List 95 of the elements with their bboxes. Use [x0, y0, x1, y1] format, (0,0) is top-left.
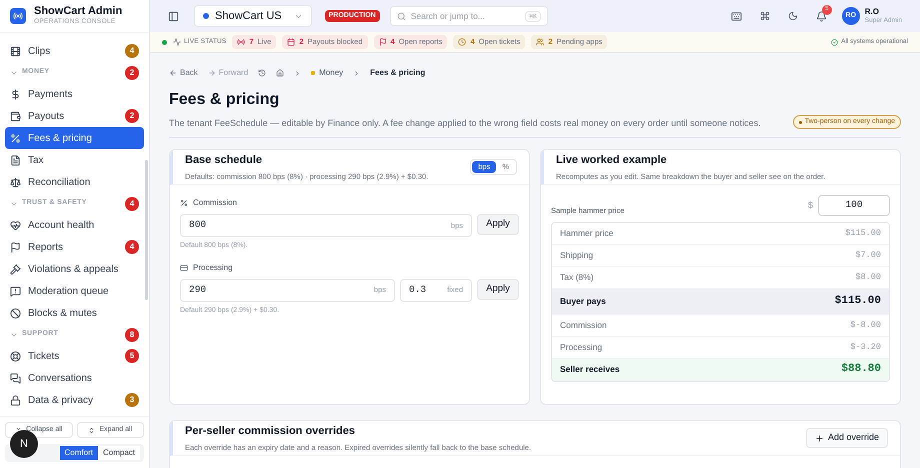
plus-icon	[814, 434, 824, 442]
card-title: Base schedule	[185, 153, 264, 168]
sidebar-item[interactable]: Violations & appeals	[5, 258, 144, 280]
nav-icon	[10, 220, 21, 230]
field-label: Commission	[180, 197, 519, 209]
user-name: R.O	[864, 8, 880, 16]
count-badge: 4	[125, 44, 139, 58]
sidebar-item[interactable]: Moderation queue	[5, 280, 144, 302]
check-circle-icon	[831, 38, 838, 46]
density-option[interactable]: Comfort	[60, 446, 98, 460]
sidebar-item[interactable]: Fees & pricing	[5, 127, 144, 149]
status-icon	[378, 38, 387, 46]
breakdown-amount: $8.00	[855, 271, 881, 284]
breakdown-label: Shipping	[560, 249, 594, 262]
chevron-icon	[353, 70, 360, 76]
sidebar-item[interactable]: Payouts 2	[5, 105, 144, 127]
sidebar-item[interactable]: Clips 4	[5, 40, 144, 62]
nav-icon	[10, 286, 21, 296]
arrow-right-icon	[208, 69, 216, 77]
currency-symbol: $	[808, 198, 813, 212]
count-badge: 4	[125, 196, 139, 210]
nav-icon	[10, 132, 21, 144]
sidebar-item[interactable]: Reconciliation	[5, 171, 144, 193]
breakdown-amount: $-3.20	[850, 341, 881, 354]
nav-icon	[10, 88, 21, 100]
expand-icon	[88, 426, 96, 434]
arrow-left-icon	[169, 69, 177, 77]
add-override-button[interactable]: Add override	[806, 428, 888, 448]
status-icon	[237, 38, 246, 46]
breakdown-amount: $115.00	[845, 227, 881, 240]
count-badge: 2	[125, 109, 139, 123]
breakdown-amount: $88.80	[841, 362, 881, 378]
sidebar-item[interactable]: Data & privacy 3	[5, 389, 144, 411]
count-badge: 4	[125, 240, 139, 254]
page-title: Fees & pricing	[169, 90, 280, 110]
search-icon	[396, 12, 406, 20]
command-icon[interactable]	[760, 11, 770, 21]
back-link[interactable]: Back	[169, 67, 198, 79]
page-description: The tenant FeeSchedule — editable by Finance only. A fee change applied to the wrong field costs real money on every order until someone notices.	[169, 117, 762, 129]
breakdown-label: Hammer price	[560, 227, 614, 240]
count-badge: 8	[125, 328, 139, 342]
nav-icon	[10, 308, 21, 318]
breakdown-label: Tax (8%)	[560, 271, 594, 284]
nav-icon	[10, 110, 21, 122]
nav-icon	[10, 46, 21, 56]
card-icon	[180, 264, 188, 272]
logo-icon	[10, 8, 26, 24]
sidebar-item[interactable]: Tax	[5, 149, 144, 171]
app-title: ShowCart Admin	[34, 6, 122, 18]
nav-icon	[10, 154, 21, 166]
breakdown-label: Processing	[560, 341, 602, 354]
pulse-icon	[173, 38, 181, 46]
sidebar-toggle-icon[interactable]	[168, 10, 179, 22]
density-option[interactable]: Compact	[98, 446, 140, 460]
count-badge: 5	[125, 349, 139, 363]
status-icon	[287, 38, 296, 46]
breakdown-amount: $7.00	[855, 249, 881, 262]
apply-button[interactable]: Apply	[477, 214, 519, 235]
notifications-icon[interactable]	[816, 10, 827, 22]
history-icon[interactable]	[258, 69, 266, 77]
chevron-icon	[294, 70, 302, 76]
breakdown-label: Seller receives	[560, 363, 620, 376]
home-icon[interactable]	[276, 69, 284, 77]
status-icon	[458, 38, 466, 46]
sidebar-item[interactable]: Account health	[5, 214, 144, 236]
count-badge: 3	[125, 393, 139, 407]
nav-icon	[10, 264, 21, 274]
breadcrumb-link[interactable]: Money	[311, 67, 344, 79]
sidebar-item[interactable]: Conversations	[5, 367, 144, 389]
sidebar-item[interactable]: Tickets 5	[5, 345, 144, 367]
sidebar-item[interactable]: Reports 4	[5, 236, 144, 258]
count-badge: 2	[125, 66, 139, 80]
card-title: Per-seller commission overrides	[185, 424, 356, 440]
breadcrumb-current: Fees & pricing	[370, 67, 426, 79]
sidebar-item[interactable]: Blocks & mutes	[5, 302, 144, 324]
nav-icon	[10, 394, 21, 406]
field-label: Processing	[180, 262, 519, 274]
card-title: Live worked example	[556, 153, 668, 168]
status-icon	[536, 38, 544, 46]
breakdown-amount: $115.00	[834, 294, 881, 310]
breakdown-label: Commission	[560, 319, 607, 332]
price-field[interactable]: 100	[818, 195, 890, 216]
tenant-select[interactable]: ShowCart US	[194, 5, 312, 27]
apply-button[interactable]: Apply	[477, 278, 519, 300]
nav-icon	[10, 176, 21, 188]
sidebar-item[interactable]: Payments	[5, 83, 144, 105]
breakdown-label: Buyer pays	[560, 295, 606, 308]
percent-icon	[180, 199, 188, 207]
dev-tools-button[interactable]: N	[10, 430, 38, 458]
breakdown-amount: $-8.00	[850, 319, 881, 332]
nav-icon	[10, 350, 21, 362]
keyboard-icon[interactable]	[730, 10, 742, 22]
theme-icon[interactable]	[788, 11, 798, 21]
nav-icon	[10, 242, 21, 252]
nav-icon	[10, 372, 21, 384]
